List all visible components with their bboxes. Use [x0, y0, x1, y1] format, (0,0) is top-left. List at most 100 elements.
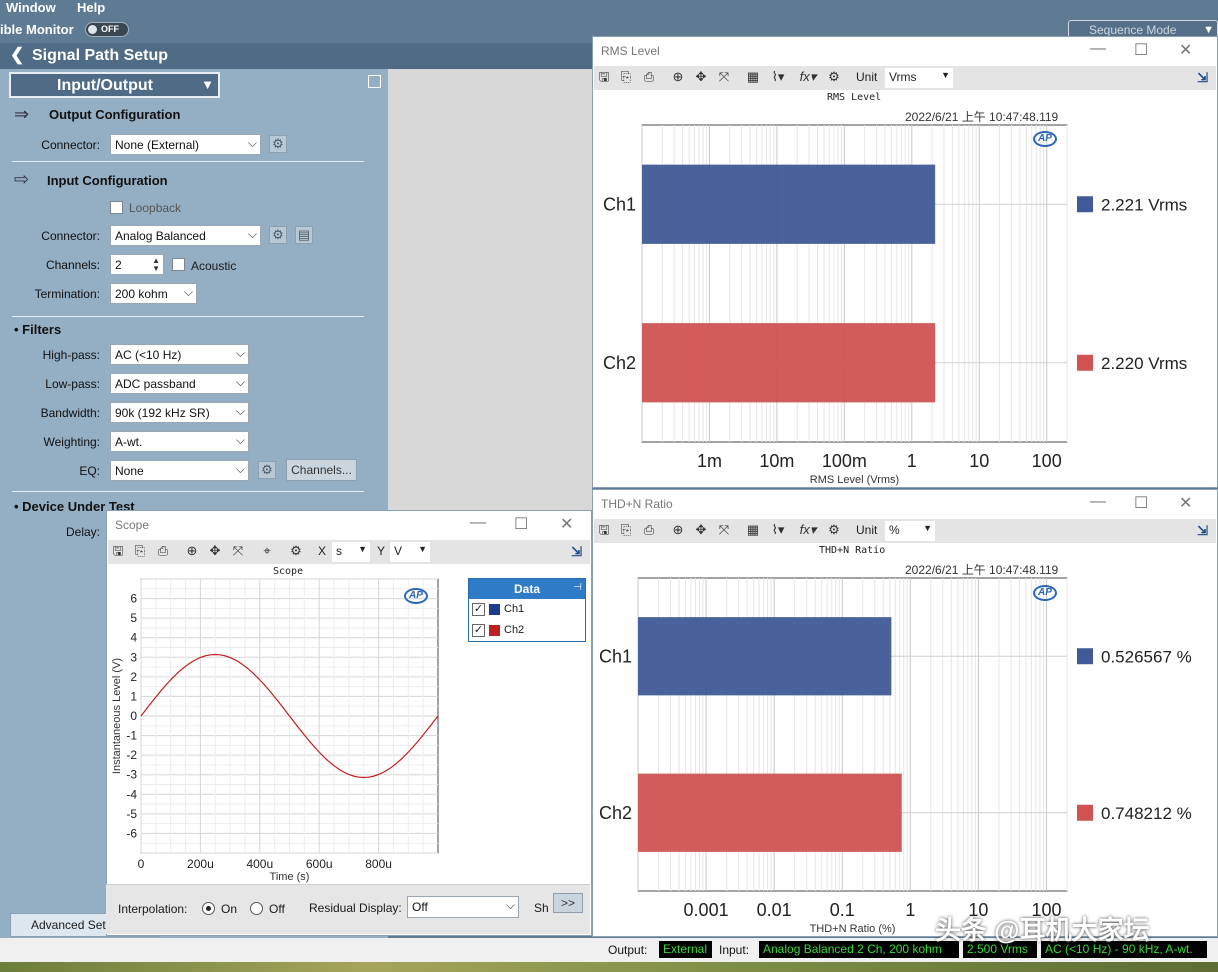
gear-icon[interactable]: ⚙: [269, 135, 287, 153]
menu-window[interactable]: Window: [6, 0, 56, 15]
delay-label: Delay:: [65, 525, 100, 539]
x-axis-label: Time (s): [270, 871, 310, 883]
scope-line-chart: 6 5 4 3 2 1 0 -1 -2 -3 -4 -5 -6 0 200u 400u 600u 800u Time…: [111, 578, 439, 883]
chevron-down-icon: ▼: [1203, 24, 1214, 36]
panel-title-bar: ❮ Signal Path Setup: [0, 43, 592, 69]
legend-swatch: [1077, 648, 1093, 665]
termination-value: 200 kohm: [115, 287, 168, 301]
io-selector-label: Input/Output: [57, 77, 153, 94]
termination-label: Termination:: [34, 287, 100, 301]
y-tick-label: 4: [130, 631, 137, 645]
interp-off-radio[interactable]: [250, 902, 263, 915]
input-connector-select[interactable]: Analog Balanced ⌵: [110, 225, 261, 246]
residual-label: Residual Display:: [309, 901, 402, 915]
interp-on-radio[interactable]: [202, 902, 215, 915]
divider: [12, 161, 364, 162]
ap-logo: AP: [1033, 585, 1057, 601]
weighting-select[interactable]: A-wt. ⌵: [110, 431, 249, 452]
bandwidth-value: 90k (192 kHz SR): [115, 406, 210, 420]
loopback-checkbox[interactable]: [110, 201, 123, 214]
x-tick-label: 10: [969, 451, 989, 471]
popout-icon[interactable]: [368, 75, 381, 88]
value-label: 2.220 Vrms: [1101, 354, 1187, 373]
bandwidth-select[interactable]: 90k (192 kHz SR) ⌵: [110, 402, 249, 423]
output-value[interactable]: External: [659, 941, 712, 958]
weighting-label: Weighting:: [43, 435, 100, 449]
acoustic-checkbox[interactable]: [172, 258, 185, 271]
filters-heading-text: Filters: [22, 322, 62, 337]
category-label: Ch2: [603, 353, 636, 373]
pin-icon[interactable]: ⊣: [573, 582, 582, 593]
legend-swatch: [489, 625, 500, 636]
legend-swatch: [1077, 354, 1093, 371]
chevron-down-icon: ⌵: [505, 898, 515, 912]
ap-logo: AP: [404, 588, 428, 604]
y-tick-label: -5: [126, 807, 137, 821]
input-value[interactable]: Analog Balanced 2 Ch, 200 kohm: [759, 941, 959, 958]
bar-ch2: [638, 773, 902, 852]
eq-select[interactable]: None ⌵: [110, 460, 249, 481]
chevron-down-icon: ⌵: [235, 433, 245, 447]
bar-ch1: [642, 164, 936, 244]
lowpass-select[interactable]: ADC passband ⌵: [110, 373, 249, 394]
bar-ch2: [642, 323, 936, 403]
monitor-toggle[interactable]: OFF: [85, 22, 129, 37]
menu-help[interactable]: Help: [77, 0, 105, 15]
gear-icon[interactable]: ⚙: [269, 226, 287, 244]
workspace-background: [388, 69, 592, 510]
checkbox-checked-icon[interactable]: ✓: [472, 624, 485, 637]
sequence-mode-label: Sequence Mode: [1089, 23, 1177, 37]
back-chevron-icon[interactable]: ❮: [10, 45, 24, 65]
desktop-background: [0, 962, 1218, 972]
scope-window: Scope — ☐ ✕ 🖫 ⎘ ⎙ ⊕ ✥ ⤧ ⌖ ⚙ X s ▼ Y V ▼ …: [106, 510, 592, 936]
x-tick-label: 600u: [306, 857, 333, 871]
x-tick-label: 0.1: [830, 900, 855, 920]
input-connector-label: Connector:: [41, 229, 100, 243]
x-tick-label: 10m: [759, 451, 794, 471]
y-tick-label: 6: [130, 592, 137, 606]
x-tick-label: 0.001: [684, 900, 729, 920]
legend-label: Ch1: [504, 603, 525, 615]
io-selector[interactable]: Input/Output ▼: [9, 72, 220, 98]
scope-legend: Data ⊣ ✓ Ch1 ✓ Ch2: [468, 578, 586, 642]
residual-select[interactable]: Off ⌵: [407, 896, 519, 918]
y-tick-label: 1: [130, 689, 137, 703]
channels-button[interactable]: Channels...: [286, 459, 357, 481]
category-label: Ch1: [603, 194, 636, 214]
sh-label: Sh: [534, 901, 549, 915]
scope-options-bar: Interpolation: On Off Residual Display: …: [106, 884, 590, 934]
x-tick-label: 1: [905, 900, 915, 920]
thd-window: THD+N Ratio — ☐ ✕ 🖫 ⎘ ⎙ ⊕ ✥ ⤧ ▦ ⌇▾ fx▾ ⚙…: [592, 489, 1218, 937]
legend-swatch: [1077, 196, 1093, 213]
y-axis-label: Instantaneous Level (V): [111, 658, 123, 774]
toggle-state: OFF: [101, 24, 119, 34]
input-label: Input:: [719, 943, 750, 957]
chevron-down-icon: ⌵: [235, 404, 245, 418]
category-label: Ch1: [599, 646, 632, 666]
lowpass-value: ADC passband: [115, 377, 196, 391]
input-arrow-icon: ⇨: [14, 169, 30, 189]
value-label: 0.748212 %: [1101, 804, 1192, 823]
more-button[interactable]: >>: [553, 893, 583, 913]
list-settings-icon[interactable]: ▤: [295, 226, 313, 244]
chevron-down-icon: ⌵: [235, 462, 245, 476]
highpass-value: AC (<10 Hz): [115, 348, 182, 362]
highpass-select[interactable]: AC (<10 Hz) ⌵: [110, 344, 249, 365]
output-connector-select[interactable]: None (External) ⌵: [110, 134, 261, 155]
x-axis-label: RMS Level (Vrms): [810, 474, 899, 486]
y-tick-label: 5: [130, 611, 137, 625]
watermark: 头条 @耳机大家坛: [935, 915, 1150, 945]
gear-icon[interactable]: ⚙: [258, 461, 276, 479]
checkbox-checked-icon[interactable]: ✓: [472, 603, 485, 616]
bar-ch1: [638, 617, 892, 696]
chevron-down-icon: ⌵: [235, 375, 245, 389]
channels-stepper[interactable]: 2 ▲ ▼: [110, 254, 164, 275]
legend-swatch: [1077, 804, 1093, 821]
interpolation-label: Interpolation:: [118, 902, 188, 916]
input-config-heading: Input Configuration: [47, 173, 168, 188]
termination-select[interactable]: 200 kohm ⌵: [110, 283, 197, 304]
rms-level-window: RMS Level — ☐ ✕ 🖫 ⎘ ⎙ ⊕ ✥ ⤧ ▦ ⌇▾ fx▾ ⚙ U…: [592, 36, 1218, 488]
x-tick-label: 0.01: [757, 900, 792, 920]
ap-logo: AP: [1033, 131, 1057, 147]
input-connector-value: Analog Balanced: [115, 229, 206, 243]
